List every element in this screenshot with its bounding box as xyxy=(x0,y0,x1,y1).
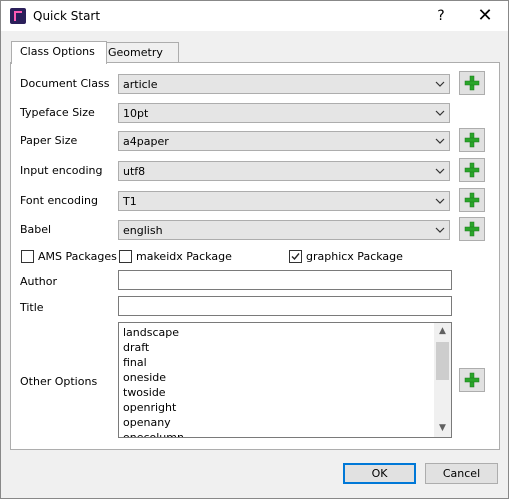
graphicx-package-checkbox[interactable]: graphicx Package xyxy=(289,249,403,265)
chevron-down-icon xyxy=(435,198,445,204)
list-item[interactable]: oneside xyxy=(123,371,166,384)
title-label: Title xyxy=(20,301,44,314)
title-bar: Quick Start ? ✕ xyxy=(1,1,508,31)
vertical-scrollbar[interactable]: ▲ ▼ xyxy=(434,323,451,437)
ams-packages-checkbox[interactable]: AMS Packages xyxy=(21,249,117,265)
window-title: Quick Start xyxy=(33,9,101,23)
other-options-list[interactable]: landscape draft final oneside twoside op… xyxy=(118,322,452,438)
paper-size-label: Paper Size xyxy=(20,134,78,147)
babel-label: Babel xyxy=(20,223,52,236)
ok-button[interactable]: OK xyxy=(343,463,416,484)
add-input-encoding-button[interactable] xyxy=(459,158,485,182)
checkbox-box[interactable] xyxy=(21,250,34,263)
chevron-down-icon xyxy=(435,227,445,233)
chevron-down-icon xyxy=(435,81,445,87)
makeidx-package-checkbox[interactable]: makeidx Package xyxy=(119,249,232,265)
plus-icon xyxy=(464,192,480,208)
typeface-size-label: Typeface Size xyxy=(20,106,95,119)
tab-geometry[interactable]: Geometry xyxy=(99,42,179,63)
list-item[interactable]: openany xyxy=(123,416,171,429)
chevron-down-icon[interactable]: ▼ xyxy=(434,420,451,437)
add-babel-button[interactable] xyxy=(459,217,485,241)
list-item[interactable]: twoside xyxy=(123,386,166,399)
list-item[interactable]: openright xyxy=(123,401,176,414)
paper-size-select[interactable]: a4paper xyxy=(118,131,450,151)
ams-packages-label: AMS Packages xyxy=(38,250,117,263)
title-input[interactable] xyxy=(118,296,452,316)
tab-class-options[interactable]: Class Options xyxy=(11,41,107,64)
plus-icon xyxy=(464,75,480,91)
document-class-label: Document Class xyxy=(20,77,110,90)
font-encoding-value: T1 xyxy=(123,195,137,208)
add-font-encoding-button[interactable] xyxy=(459,188,485,212)
list-item[interactable]: landscape xyxy=(123,326,179,339)
author-label: Author xyxy=(20,275,58,288)
makeidx-package-label: makeidx Package xyxy=(136,250,232,263)
scrollbar-thumb[interactable] xyxy=(436,342,449,380)
typeface-size-value: 10pt xyxy=(123,107,149,120)
other-options-label: Other Options xyxy=(20,375,98,388)
paper-size-value: a4paper xyxy=(123,135,169,148)
input-encoding-label: Input encoding xyxy=(20,164,103,177)
list-item[interactable]: draft xyxy=(123,341,149,354)
chevron-down-icon xyxy=(435,138,445,144)
babel-value: english xyxy=(123,224,163,237)
checkbox-box[interactable] xyxy=(289,250,302,263)
author-input[interactable] xyxy=(118,270,452,290)
font-encoding-label: Font encoding xyxy=(20,194,98,207)
app-icon xyxy=(10,8,26,24)
document-class-value: article xyxy=(123,78,158,91)
add-paper-size-button[interactable] xyxy=(459,128,485,152)
plus-icon xyxy=(464,132,480,148)
cancel-button[interactable]: Cancel xyxy=(425,463,498,484)
plus-icon xyxy=(464,372,480,388)
plus-icon xyxy=(464,162,480,178)
graphicx-package-label: graphicx Package xyxy=(306,250,403,263)
checkbox-box[interactable] xyxy=(119,250,132,263)
chevron-down-icon xyxy=(435,168,445,174)
checkmark-icon xyxy=(291,253,300,261)
babel-select[interactable]: english xyxy=(118,220,450,240)
add-other-options-button[interactable] xyxy=(459,368,485,392)
close-button[interactable]: ✕ xyxy=(473,5,497,27)
plus-icon xyxy=(464,221,480,237)
chevron-down-icon xyxy=(435,110,445,116)
help-button[interactable]: ? xyxy=(431,5,451,27)
input-encoding-value: utf8 xyxy=(123,165,146,178)
document-class-select[interactable]: article xyxy=(118,74,450,94)
font-encoding-select[interactable]: T1 xyxy=(118,191,450,211)
add-document-class-button[interactable] xyxy=(459,71,485,95)
chevron-up-icon[interactable]: ▲ xyxy=(434,323,451,340)
list-item[interactable]: onecolumn xyxy=(123,431,184,437)
input-encoding-select[interactable]: utf8 xyxy=(118,161,450,181)
list-item[interactable]: final xyxy=(123,356,147,369)
typeface-size-select[interactable]: 10pt xyxy=(118,103,450,123)
